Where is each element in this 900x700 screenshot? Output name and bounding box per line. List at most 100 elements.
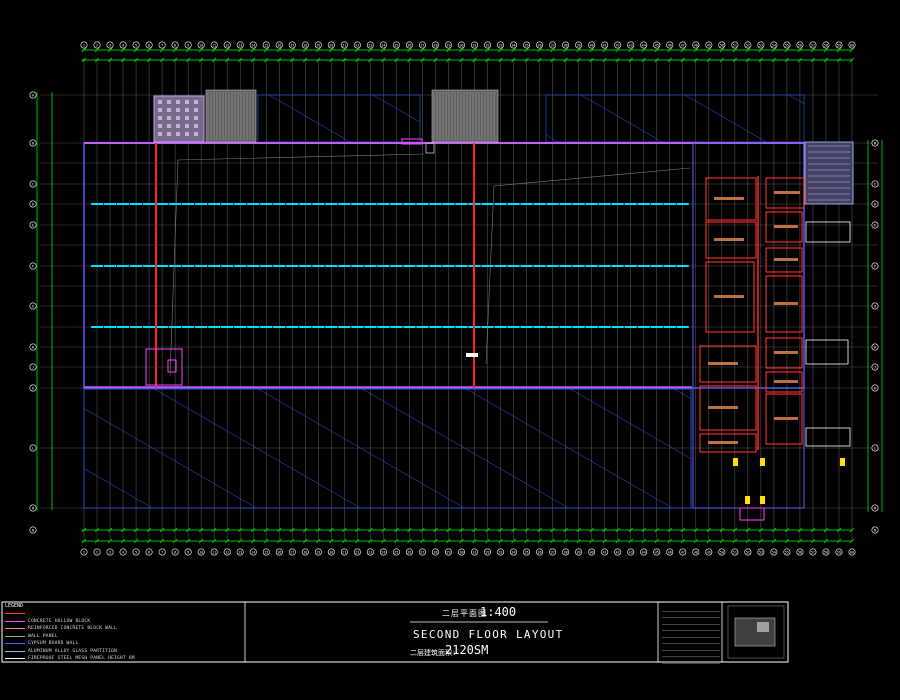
- grid-bubble-label: 43: [629, 43, 633, 47]
- grid-bubble-label: 58: [824, 550, 828, 554]
- grid-bubble-label: E: [874, 223, 876, 227]
- grid-bubble-label: 27: [420, 43, 424, 47]
- legend-label: REINFORCED CONCRETE BLOCK WALL: [28, 626, 117, 632]
- grid-bubble-label: 13: [238, 43, 242, 47]
- grid-bubble-label: 34: [512, 550, 516, 554]
- legend-item: [5, 610, 245, 618]
- room-tag: [774, 351, 798, 354]
- grid-bubble-label: C: [874, 182, 876, 186]
- legend-item: FIREPROOF STEEL MESH PANEL HEIGHT 6M: [5, 655, 245, 663]
- room-tag: [774, 225, 798, 228]
- bottom-hatch-zone: [83, 388, 692, 509]
- grid-bubble-label: 39: [577, 43, 581, 47]
- grid-bubble-label: 19: [316, 43, 320, 47]
- window: [167, 124, 171, 128]
- grid-bubble-label: 6: [148, 550, 150, 554]
- grid-bubble-label: D: [874, 202, 876, 206]
- column-marker: [760, 458, 765, 466]
- grid-bubble-label: 18: [303, 43, 307, 47]
- window: [185, 132, 189, 136]
- legend-item: GYPSUM BOARD WALL: [5, 640, 245, 648]
- title-scale: 1:400: [480, 605, 517, 619]
- block-top-left-2: [205, 89, 257, 143]
- window: [176, 116, 180, 120]
- legend-swatch: [5, 635, 25, 637]
- grid-bubble-label: 48: [694, 43, 698, 47]
- grid-bubble-label: 2: [96, 43, 98, 47]
- grid-bubble-label: N: [874, 528, 876, 532]
- grid-bubble-label: 6: [148, 43, 150, 47]
- grid-bubble-label: J: [32, 365, 34, 369]
- window: [194, 116, 198, 120]
- window: [176, 100, 180, 104]
- grid-bubble-label: 30: [459, 550, 463, 554]
- window: [158, 124, 162, 128]
- grid-bubble-label: 14: [251, 43, 255, 47]
- grid-bubble-label: L: [874, 446, 876, 450]
- grid-bubble-label: 36: [538, 550, 542, 554]
- grid-bubble-label: 28: [433, 43, 437, 47]
- beam-rows: [91, 203, 689, 328]
- grid-bubble-label: 17: [290, 550, 294, 554]
- grid-bubble-label: 19: [316, 550, 320, 554]
- legend-label: ALUMINUM ALLOY GLASS PARTITION: [28, 648, 117, 654]
- column-marker: [840, 458, 845, 466]
- legend-swatch: [5, 620, 25, 622]
- right-annex-3: [805, 427, 851, 447]
- grid-bubble-label: 34: [512, 43, 516, 47]
- grid-bubble-label: 37: [551, 43, 555, 47]
- grid-bubble-label: 10: [199, 550, 203, 554]
- grid-bubble-label: 47: [681, 550, 685, 554]
- grid-bubble-label: 22: [355, 43, 359, 47]
- grid-bubble-label: 11: [212, 43, 216, 47]
- grid-bubble-label: C: [32, 182, 34, 186]
- window: [158, 132, 162, 136]
- grid-bubble-label: 14: [251, 550, 255, 554]
- grid-bubble-label: 60: [850, 550, 854, 554]
- grid-bubble-label: G: [32, 304, 34, 308]
- grid-bubble-label: E: [32, 223, 34, 227]
- grid-bubble-label: 23: [368, 43, 372, 47]
- window: [167, 100, 171, 104]
- legend-swatch: [5, 613, 25, 615]
- grid-bubble-label: 38: [564, 550, 568, 554]
- top-door-2: [425, 142, 435, 154]
- grid-bubble-label: 29: [446, 550, 450, 554]
- grid-bubble-label: K: [874, 386, 877, 390]
- window: [185, 108, 189, 112]
- window: [176, 132, 180, 136]
- grid-bubble-label: 46: [668, 550, 672, 554]
- room-tag: [708, 362, 738, 365]
- grid-bubble-label: 9: [187, 43, 189, 47]
- room-tag: [774, 380, 798, 383]
- grid-bubble-label: 31: [472, 43, 476, 47]
- grid-bubble-label: B: [32, 141, 34, 145]
- grid-bubble-label: 35: [525, 43, 529, 47]
- grid-bubble-label: 3: [109, 550, 111, 554]
- grid-bubble-label: 7: [161, 550, 163, 554]
- grid-bubble-label: 8: [174, 550, 176, 554]
- grid-bubble-label: 58: [824, 43, 828, 47]
- notes-block: [662, 606, 720, 664]
- legend-swatch: [5, 658, 25, 660]
- grid-bubble-label: 57: [811, 550, 815, 554]
- grid-bubble-label: 20: [329, 550, 333, 554]
- grid-bubble-label: 50: [720, 43, 724, 47]
- grid-bubble-label: 57: [811, 43, 815, 47]
- grid-bubble-label: 49: [707, 550, 711, 554]
- grid-bubble-label: 42: [616, 43, 620, 47]
- window: [176, 124, 180, 128]
- grid-bubble-label: 48: [694, 550, 698, 554]
- grid-bubble-label: 1: [83, 550, 85, 554]
- grid-bubble-label: 40: [590, 43, 594, 47]
- window: [194, 100, 198, 104]
- grid-bubble-label: B: [874, 141, 876, 145]
- grid-bubble-label: 39: [577, 550, 581, 554]
- grid-bubble-label: 22: [355, 550, 359, 554]
- grid-bubble-label: 41: [603, 43, 607, 47]
- grid-bubble-label: 46: [668, 43, 672, 47]
- legend-item: REINFORCED CONCRETE BLOCK WALL: [5, 625, 245, 633]
- grid-bubble-label: 52: [746, 43, 750, 47]
- window: [176, 108, 180, 112]
- grid-bubble-label: 45: [655, 550, 659, 554]
